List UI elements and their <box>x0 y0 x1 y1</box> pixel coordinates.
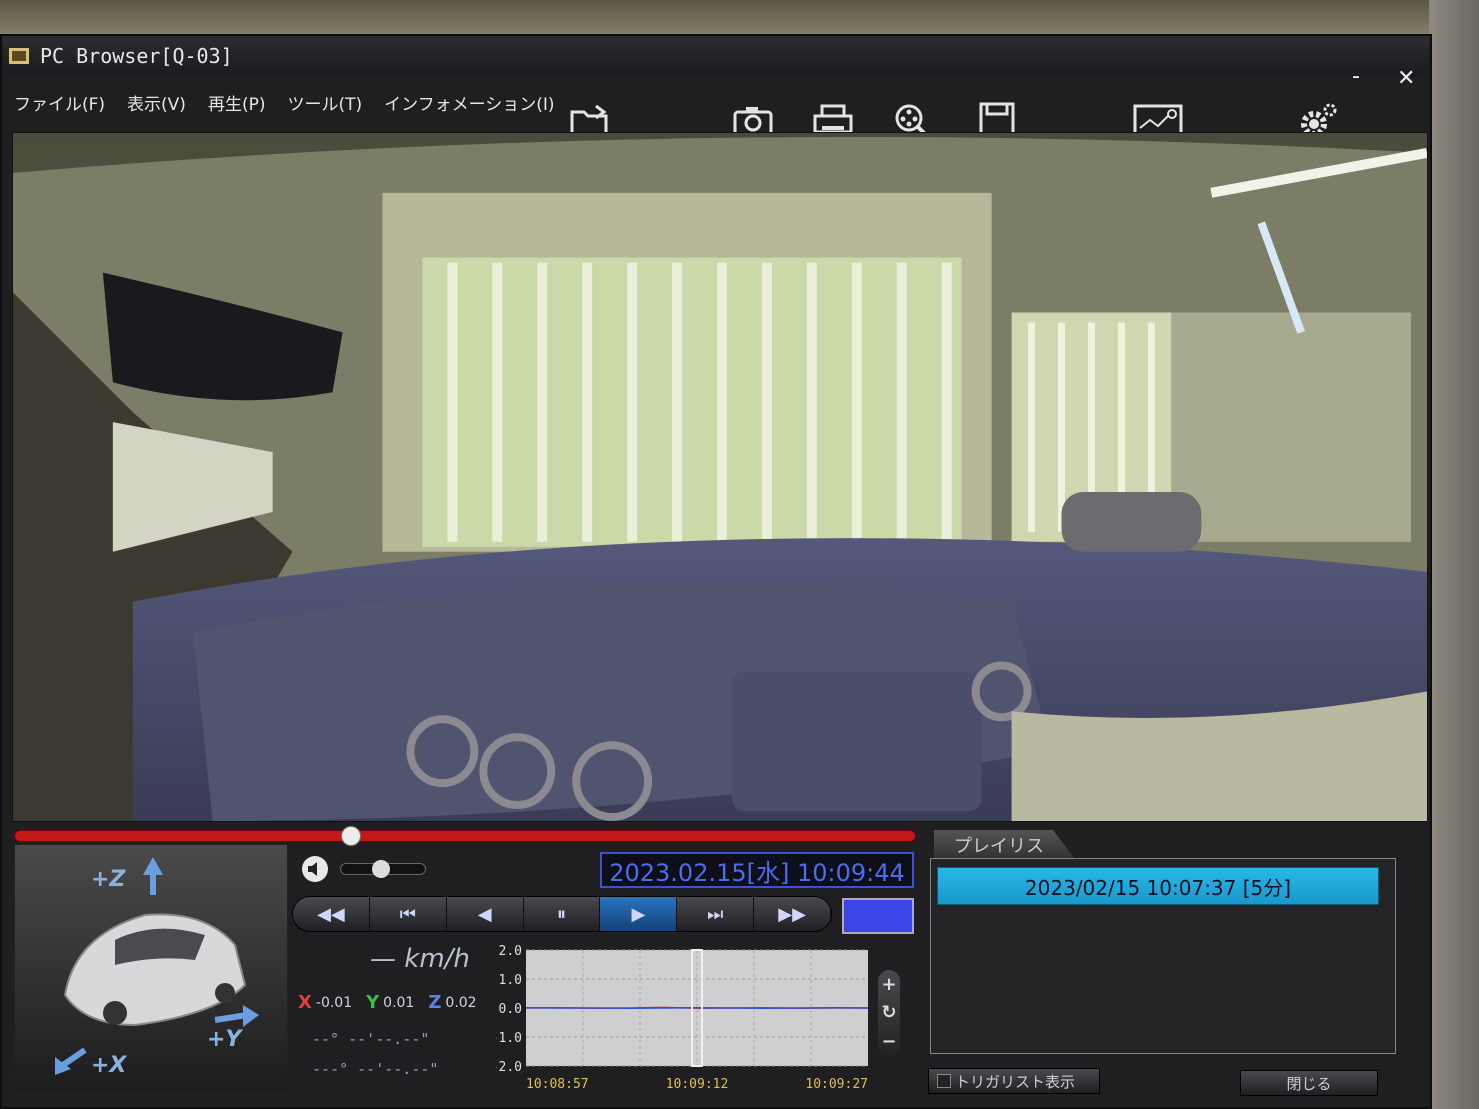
volume-icon[interactable] <box>300 854 330 884</box>
menu-play[interactable]: 再生(P) <box>208 90 266 115</box>
trigger-list-checkbox[interactable] <box>937 1074 951 1088</box>
playback-datetime: 2023.02.15[水] 10:09:44 <box>600 852 914 888</box>
app-icon <box>8 45 32 67</box>
chart-series-line-1 <box>525 1006 869 1010</box>
menu-tools[interactable]: ツール(T) <box>287 90 362 115</box>
volume-slider[interactable] <box>340 860 426 878</box>
trigger-list-toggle[interactable]: トリガリスト表示 <box>928 1068 1100 1094</box>
playlist-item[interactable]: 2023/02/15 10:07:37 [5分] <box>937 867 1379 905</box>
chart-y-tick-label: 2.0 <box>499 944 522 959</box>
chart-x-tick-label: 10:09:12 <box>666 1077 729 1092</box>
reverse-play-button[interactable]: ◀ <box>446 897 524 931</box>
trigger-list-label: トリガリスト表示 <box>955 1072 1076 1091</box>
g-z-label: Z <box>428 992 442 1013</box>
seek-bar[interactable] <box>14 826 916 846</box>
g-z-value: 0.02 <box>445 994 477 1011</box>
close-button[interactable]: 閉じる <box>1240 1070 1378 1096</box>
fast-rewind-button[interactable]: ◀◀ <box>293 897 370 931</box>
longitude-readout: ---° --'--.--" <box>312 1060 439 1078</box>
menu-file[interactable]: ファイル(F) <box>14 90 105 115</box>
app-window: PC Browser[Q-03] - ✕ ファイル(F) 表示(V) 再生(P)… <box>0 34 1432 1109</box>
window-title: PC Browser[Q-03] <box>40 44 233 68</box>
chart-x-tick-label: 10:09:27 <box>805 1077 868 1092</box>
playlist-panel: 2023/02/15 10:07:37 [5分] <box>930 858 1396 1054</box>
play-button[interactable]: ▶ <box>600 897 678 931</box>
g-y-label: Y <box>366 992 380 1013</box>
volume-handle[interactable] <box>371 860 390 878</box>
zoom-reset-button[interactable]: ↻ <box>881 1002 896 1023</box>
fast-forward-button[interactable]: ▶▶ <box>754 897 831 931</box>
playlist-tab[interactable]: プレイリスト <box>934 830 1074 858</box>
chart-x-tick-label: 10:08:57 <box>526 1077 589 1092</box>
pause-button[interactable]: ⏸ <box>523 897 601 931</box>
g-sensor-readout: X -0.01 Y 0.01 Z 0.02 <box>296 992 477 1013</box>
axis-x-label: +X <box>91 1053 127 1078</box>
chart-zoom-control: + ↻ − <box>878 970 900 1056</box>
car-orientation-panel: +Z +Y +X <box>14 844 288 1094</box>
previous-file-button[interactable]: ⏮ <box>369 897 447 931</box>
transport-controls: ◀◀ ⏮ ◀ ⏸ ▶ ⏭ ▶▶ <box>292 896 832 932</box>
next-file-button[interactable]: ⏭ <box>677 897 755 931</box>
title-bar: PC Browser[Q-03] <box>2 36 1430 76</box>
chart-y-tick-label: -2.0 <box>496 1060 522 1075</box>
g-sensor-chart[interactable]: 2.0 1.0 0.0 -1.0 -2.0 10:08:57 10:09:12 10:09:2… <box>491 940 876 1094</box>
axis-y-label: +Y <box>207 1027 242 1052</box>
chart-y-tick-label: -1.0 <box>496 1031 522 1046</box>
axis-z-label: +Z <box>91 867 126 892</box>
chart-y-tick-label: 1.0 <box>499 973 522 988</box>
zoom-in-button[interactable]: + <box>881 974 896 995</box>
close-window-button[interactable]: ✕ <box>1397 66 1415 91</box>
photo-background-right <box>1429 0 1479 1109</box>
g-x-value: -0.01 <box>315 994 353 1011</box>
camera-color-swatch[interactable] <box>842 898 914 934</box>
chart-y-tick-label: 0.0 <box>499 1002 522 1017</box>
menu-information[interactable]: インフォメーション(I) <box>384 90 554 115</box>
g-y-value: 0.01 <box>383 994 415 1011</box>
g-x-label: X <box>298 992 312 1013</box>
menu-view[interactable]: 表示(V) <box>127 90 186 115</box>
video-frame[interactable] <box>12 132 1428 822</box>
seek-handle[interactable] <box>341 826 362 846</box>
speed-readout: — km/h <box>370 944 470 974</box>
latitude-readout: --° --'--.--" <box>312 1030 430 1048</box>
zoom-out-button[interactable]: − <box>881 1031 896 1052</box>
